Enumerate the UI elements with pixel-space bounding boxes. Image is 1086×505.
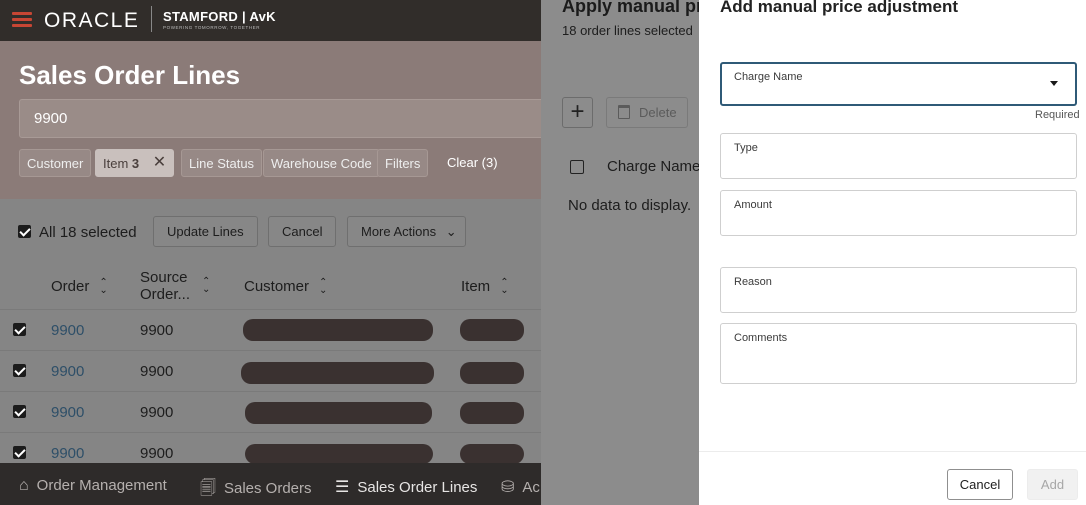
redacted-customer <box>245 444 433 464</box>
drawer-subtitle: 18 order lines selected <box>562 23 693 38</box>
chevron-down-icon: ⌄ <box>445 224 457 239</box>
dialog-add-button[interactable]: Add <box>1027 469 1078 500</box>
redacted-customer <box>241 362 434 384</box>
redacted-customer <box>243 319 433 341</box>
charge-name-column-header: Charge Name <box>607 158 701 175</box>
dialog-footer-divider <box>699 451 1086 452</box>
nav-order-management-label: Order Management <box>36 477 167 494</box>
nav-ac-label: Ac <box>522 479 540 496</box>
delete-label: Delete <box>639 105 677 120</box>
redacted-item <box>460 319 524 341</box>
document-icon: 🗐 <box>200 480 216 497</box>
sort-icon: ⌃ ⌄ <box>500 277 509 297</box>
selection-count: All 18 selected <box>39 224 137 241</box>
order-link[interactable]: 9900 <box>51 404 84 421</box>
select-all-charges-checkbox[interactable] <box>570 160 584 174</box>
column-header-item-label: Item <box>461 278 491 295</box>
filter-chip-warehouse-code[interactable]: Warehouse Code <box>263 149 380 177</box>
redacted-item <box>460 444 524 464</box>
search-value: 9900 <box>34 110 68 127</box>
filter-chip-item-value: 3 <box>131 156 140 171</box>
row-checkbox[interactable] <box>13 364 26 377</box>
nav-sales-order-lines[interactable]: ☰ Sales Order Lines <box>335 477 477 497</box>
dropdown-arrow-icon[interactable] <box>1050 81 1058 86</box>
logo-divider <box>151 6 152 32</box>
no-data-message: No data to display. <box>568 197 692 214</box>
table-row[interactable]: 9900 9900 <box>0 350 541 391</box>
select-all-checkbox[interactable] <box>18 225 31 238</box>
column-header-order-label: Order <box>51 278 90 295</box>
row-checkbox[interactable] <box>13 323 26 336</box>
column-header-customer-label: Customer <box>244 278 310 295</box>
clear-filters-link[interactable]: Clear (3) <box>447 155 498 170</box>
sort-icon: ⌃ ⌄ <box>99 277 108 297</box>
filter-chip-item[interactable]: Item 3 ✕ <box>95 149 175 177</box>
column-header-item[interactable]: Item ⌃ ⌄ <box>461 277 509 297</box>
nav-sales-order-lines-label: Sales Order Lines <box>357 479 478 496</box>
list-icon: ☰ <box>335 479 350 496</box>
more-actions-button[interactable]: More Actions ⌄ <box>347 216 466 247</box>
update-lines-button[interactable]: Update Lines <box>153 216 258 247</box>
filter-chip-customer[interactable]: Customer <box>19 149 92 177</box>
comments-field[interactable]: Comments <box>720 323 1077 384</box>
hamburger-menu-icon[interactable] <box>12 12 32 28</box>
add-icon[interactable]: + <box>562 97 593 128</box>
trash-icon <box>618 105 630 119</box>
nav-sales-orders-label: Sales Orders <box>223 480 312 497</box>
charge-name-select[interactable]: Charge Name <box>720 62 1077 106</box>
drawer-title: Apply manual pri <box>562 0 709 16</box>
row-checkbox[interactable] <box>13 446 26 459</box>
nav-order-management[interactable]: ⌂ Order Management <box>19 477 167 495</box>
table-row[interactable]: 9900 9900 <box>0 432 541 464</box>
source-order-cell: 9900 <box>140 404 174 421</box>
source-order-cell: 9900 <box>140 363 174 380</box>
reason-field[interactable]: Reason <box>720 267 1077 313</box>
source-order-cell: 9900 <box>140 445 174 462</box>
cancel-button[interactable]: Cancel <box>268 216 337 247</box>
required-hint: Required <box>1035 109 1080 121</box>
close-icon[interactable]: ✕ <box>153 155 166 171</box>
column-header-order[interactable]: Order ⌃ ⌄ <box>51 277 108 297</box>
source-order-cell: 9900 <box>140 322 174 339</box>
amount-field[interactable]: Amount <box>720 190 1077 236</box>
charge-name-label: Charge Name <box>734 71 803 83</box>
amount-label: Amount <box>734 199 772 211</box>
dialog-cancel-button[interactable]: Cancel <box>947 469 1013 500</box>
column-header-source-order[interactable]: Source Order... ⌃ ⌄ <box>140 269 220 303</box>
redacted-item <box>460 362 524 384</box>
column-header-source-order-label: Source Order... <box>140 269 191 303</box>
type-label: Type <box>734 142 758 154</box>
search-input[interactable]: 9900 <box>19 99 579 138</box>
type-field[interactable]: Type <box>720 133 1077 179</box>
order-link[interactable]: 9900 <box>51 322 84 339</box>
filter-chip-item-label: Item <box>103 156 129 171</box>
page-title: Sales Order Lines <box>19 60 241 90</box>
order-link[interactable]: 9900 <box>51 363 84 380</box>
database-icon: ⛁ <box>501 479 515 496</box>
more-actions-label: More Actions <box>361 224 437 239</box>
redacted-item <box>460 402 524 424</box>
oracle-logo: ORACLE <box>44 9 140 32</box>
filter-chip-line-status[interactable]: Line Status <box>181 149 263 177</box>
apply-price-drawer <box>541 0 699 505</box>
home-icon: ⌂ <box>19 477 29 494</box>
table-row[interactable]: 9900 9900 <box>0 391 541 432</box>
delete-button[interactable]: Delete <box>606 97 688 128</box>
row-checkbox[interactable] <box>13 405 26 418</box>
filter-chip-filters[interactable]: Filters <box>377 149 429 177</box>
nav-ac[interactable]: ⛁ Ac <box>501 477 541 497</box>
comments-label: Comments <box>734 332 788 344</box>
redacted-customer <box>245 402 432 424</box>
sort-icon: ⌃ ⌄ <box>319 277 328 297</box>
brand-logo: STAMFORD | AvK <box>163 9 276 24</box>
order-link[interactable]: 9900 <box>51 445 84 462</box>
dialog-title: Add manual price adjustment <box>720 0 959 16</box>
brand-tagline: POWERING TOMORROW, TOGETHER <box>163 25 261 30</box>
table-row[interactable]: 9900 9900 <box>0 309 541 350</box>
nav-sales-orders[interactable]: 🗐 Sales Orders <box>200 477 312 504</box>
sort-icon: ⌃ ⌄ <box>202 276 211 295</box>
reason-label: Reason <box>734 276 772 288</box>
column-header-customer[interactable]: Customer ⌃ ⌄ <box>244 277 328 297</box>
